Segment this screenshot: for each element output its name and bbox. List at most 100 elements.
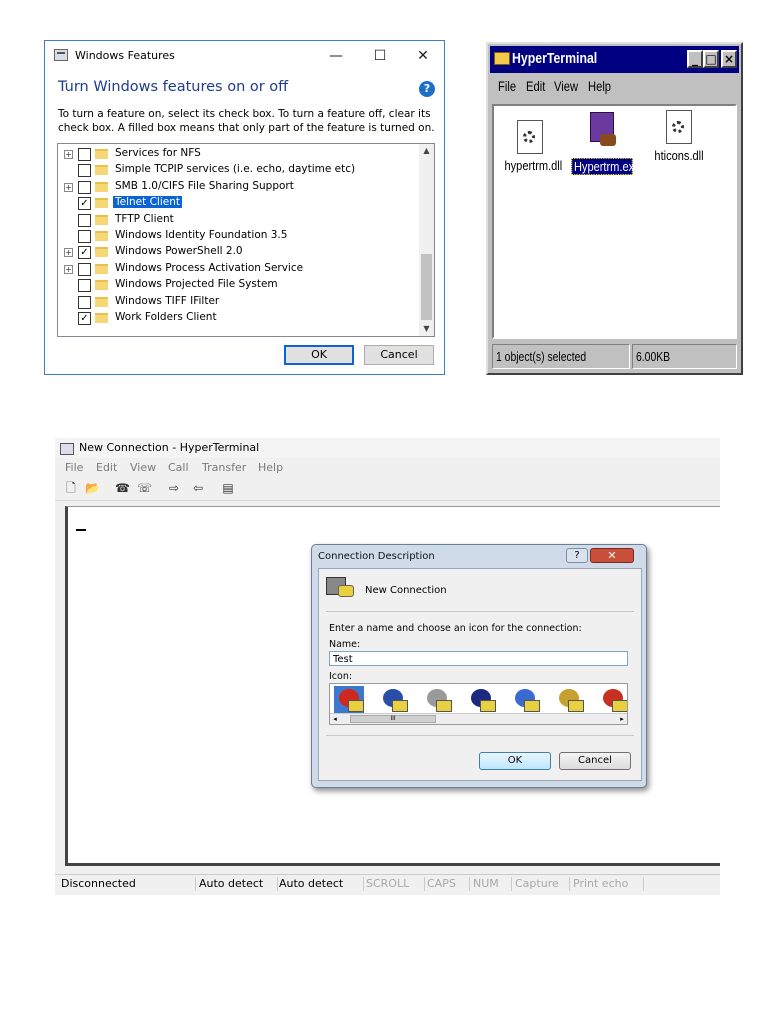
- close-button[interactable]: ✕: [590, 548, 634, 563]
- status-bar: Disconnected Auto detect Auto detect SCR…: [55, 874, 720, 893]
- dialog-title: Connection Description: [318, 551, 435, 562]
- cancel-button[interactable]: Cancel: [559, 752, 631, 770]
- ok-button[interactable]: OK: [284, 345, 354, 365]
- menu-edit[interactable]: Edit: [96, 461, 117, 474]
- feature-checkbox[interactable]: [78, 230, 91, 243]
- feature-label: Windows PowerShell 2.0: [115, 245, 243, 258]
- title-bar: Windows Features — ☐ ✕: [45, 41, 444, 71]
- feature-row[interactable]: + Services for NFS: [58, 146, 420, 162]
- file-hypertrm-exe[interactable]: Hypertrm.exe: [566, 110, 640, 175]
- hyperterminal-window: New Connection - HyperTerminal File Edit…: [55, 438, 720, 895]
- blue-globe-icon[interactable]: [378, 686, 408, 714]
- feature-row[interactable]: Simple TCPIP services (i.e. echo, daytim…: [58, 162, 420, 178]
- feature-checkbox[interactable]: [78, 180, 91, 194]
- horizontal-scrollbar[interactable]: ◂ III ▸: [330, 713, 627, 724]
- feature-label: TFTP Client: [115, 212, 174, 225]
- mci-icon[interactable]: [466, 686, 496, 714]
- window-title: HyperTerminal: [512, 50, 598, 67]
- maximize-button[interactable]: ☐: [365, 45, 395, 67]
- minimize-button[interactable]: —: [321, 45, 351, 67]
- feature-label: Services for NFS: [115, 147, 201, 159]
- open-icon[interactable]: 📂: [85, 481, 100, 495]
- feature-row[interactable]: Windows TIFF IFilter: [58, 294, 420, 310]
- feature-row[interactable]: ✓ Telnet Client: [58, 195, 420, 211]
- feature-row[interactable]: + SMB 1.0/CIFS File Sharing Support: [58, 179, 420, 195]
- menu-view[interactable]: View: [130, 461, 156, 474]
- feature-checkbox[interactable]: [78, 164, 91, 178]
- feature-checkbox[interactable]: ✓: [78, 246, 91, 260]
- feature-checkbox[interactable]: [78, 213, 91, 227]
- vertical-scrollbar[interactable]: ▲ ▼: [419, 144, 434, 336]
- scroll-thumb[interactable]: [421, 254, 432, 320]
- call-icon[interactable]: ☎: [115, 481, 130, 495]
- folder-icon: [95, 313, 108, 323]
- gray-phone-icon[interactable]: [422, 686, 452, 714]
- ok-button[interactable]: OK: [479, 752, 551, 770]
- name-label: Name:: [329, 639, 361, 650]
- menu-edit[interactable]: Edit: [526, 78, 545, 94]
- feature-checkbox[interactable]: ✓: [78, 197, 91, 211]
- title-bar: HyperTerminal _ □ ×: [490, 46, 739, 73]
- file-pane: hypertrm.dll Hypertrm.exe hticons.dll: [492, 104, 737, 339]
- app-icon: [60, 443, 74, 455]
- menu-help[interactable]: Help: [588, 78, 611, 94]
- scroll-left-icon[interactable]: ◂: [330, 714, 340, 724]
- status-print-echo: Print echo: [573, 877, 644, 891]
- scroll-down-icon[interactable]: ▼: [419, 322, 434, 336]
- feature-checkbox[interactable]: ✓: [78, 312, 91, 325]
- feature-row[interactable]: Windows Identity Foundation 3.5: [58, 228, 420, 244]
- window-title: New Connection - HyperTerminal: [79, 441, 260, 454]
- divider: [326, 735, 634, 736]
- name-input[interactable]: Test: [329, 651, 628, 666]
- status-num: NUM: [473, 877, 512, 891]
- connection-label: New Connection: [365, 585, 447, 596]
- feature-row[interactable]: Windows Projected File System: [58, 277, 420, 293]
- document-phone-icon[interactable]: [554, 686, 584, 714]
- feature-checkbox[interactable]: [78, 262, 91, 276]
- expand-icon[interactable]: +: [64, 264, 73, 274]
- status-bar: 1 object(s) selected 6.00KB: [492, 344, 737, 369]
- scroll-thumb[interactable]: III: [350, 715, 436, 723]
- minimize-button[interactable]: _: [687, 50, 703, 68]
- menu-call[interactable]: Call: [168, 461, 189, 474]
- umbrella-icon[interactable]: [598, 686, 627, 714]
- maximize-button[interactable]: □: [703, 50, 719, 68]
- file-hypertrm-dll[interactable]: hypertrm.dll: [500, 120, 562, 173]
- disconnect-icon[interactable]: ☏: [137, 481, 152, 495]
- expand-icon[interactable]: +: [64, 248, 73, 258]
- earth-globe-icon[interactable]: [510, 686, 540, 714]
- expand-icon[interactable]: +: [64, 150, 73, 159]
- feature-checkbox[interactable]: [78, 279, 91, 293]
- status-settings: Auto detect: [279, 877, 364, 891]
- properties-icon[interactable]: ▤: [221, 481, 235, 495]
- menu-file[interactable]: File: [65, 461, 83, 474]
- red-phone-icon[interactable]: [334, 686, 364, 714]
- feature-row[interactable]: + Windows Process Activation Service: [58, 261, 420, 277]
- expand-icon[interactable]: +: [64, 182, 73, 192]
- help-icon[interactable]: ?: [419, 81, 435, 97]
- scroll-up-icon[interactable]: ▲: [419, 144, 434, 158]
- help-button[interactable]: ?: [566, 548, 588, 563]
- feature-checkbox[interactable]: [78, 148, 91, 161]
- menu-transfer[interactable]: Transfer: [202, 461, 246, 474]
- cancel-button[interactable]: Cancel: [364, 345, 434, 365]
- menu-view[interactable]: View: [554, 78, 578, 94]
- folder-icon: [95, 263, 108, 274]
- hyperterminal-app-icon: [586, 110, 618, 154]
- feature-row[interactable]: ✓ Work Folders Client: [58, 310, 420, 326]
- scroll-right-icon[interactable]: ▸: [617, 714, 627, 724]
- icon-picker[interactable]: ◂ III ▸: [329, 683, 628, 725]
- receive-icon[interactable]: ⇦: [191, 481, 205, 495]
- folder-icon: [494, 52, 510, 65]
- feature-row[interactable]: TFTP Client: [58, 212, 420, 228]
- close-button[interactable]: ✕: [408, 45, 438, 67]
- close-button[interactable]: ×: [721, 50, 737, 68]
- file-hticons-dll[interactable]: hticons.dll: [644, 110, 714, 163]
- menu-help[interactable]: Help: [258, 461, 283, 474]
- feature-label: Simple TCPIP services (i.e. echo, daytim…: [115, 163, 356, 176]
- menu-file[interactable]: File: [498, 78, 516, 94]
- feature-row[interactable]: + ✓ Windows PowerShell 2.0: [58, 244, 420, 260]
- new-icon[interactable]: 🗋: [64, 481, 78, 495]
- feature-checkbox[interactable]: [78, 295, 91, 309]
- send-icon[interactable]: ⇨: [167, 481, 181, 495]
